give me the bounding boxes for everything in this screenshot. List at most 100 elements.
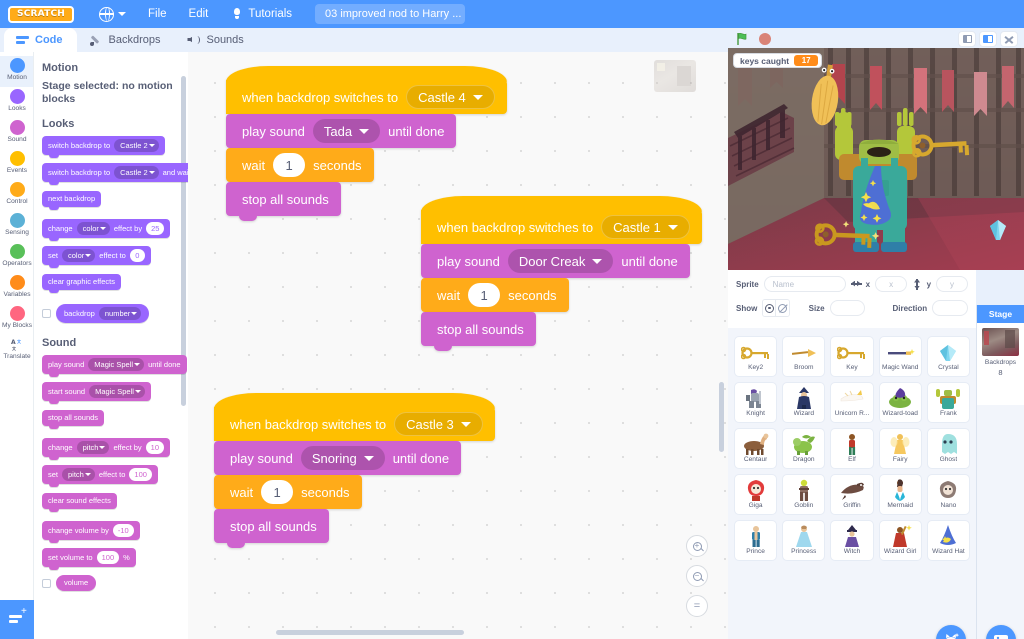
category-translate[interactable]: A文文 Translate xyxy=(0,335,33,366)
sprite-item-princess[interactable]: Princess xyxy=(782,520,826,561)
block-stop-all-sounds[interactable]: stop all sounds xyxy=(226,182,341,221)
sound-dropdown[interactable]: Door Creak xyxy=(507,249,614,273)
block-palette[interactable]: Motion Stage selected: no motion blocks … xyxy=(34,52,188,639)
effect-value-input[interactable]: 25 xyxy=(146,222,165,235)
sound-effect-dropdown[interactable]: pitch xyxy=(62,468,95,481)
stage-canvas[interactable]: keys caught 17 xyxy=(728,48,1024,270)
tab-code[interactable]: Code xyxy=(4,28,77,52)
menu-edit[interactable]: Edit xyxy=(178,0,220,28)
tab-sounds[interactable]: Sounds xyxy=(175,28,258,52)
sprite-item-wizard[interactable]: Wizard xyxy=(782,382,826,423)
menu-tutorials[interactable]: Tutorials xyxy=(219,0,303,28)
backdrop-dropdown[interactable]: Castle 1 xyxy=(601,215,690,239)
zoom-out-button[interactable]: − xyxy=(686,565,708,587)
code-workspace[interactable]: when backdrop switches to Castle 4 play … xyxy=(188,52,728,639)
sound-effect-dropdown[interactable]: pitch xyxy=(76,441,110,454)
small-stage-button[interactable] xyxy=(958,31,976,47)
category-variables[interactable]: Variables xyxy=(0,273,33,304)
palette-block-set-volume[interactable]: set volume to 100 % xyxy=(42,548,136,570)
category-motion[interactable]: Motion xyxy=(0,56,33,87)
script-castle-4[interactable]: when backdrop switches to Castle 4 play … xyxy=(226,67,507,221)
project-title-field[interactable]: 03 improved nod to Harry ... xyxy=(315,4,466,24)
large-stage-button[interactable] xyxy=(979,31,997,47)
sprite-item-prince[interactable]: Prince xyxy=(734,520,778,561)
sprite-item-wizard-toad[interactable]: Wizard-toad xyxy=(878,382,922,423)
add-backdrop-button[interactable] xyxy=(986,625,1016,639)
sprite-item-dragon[interactable]: Dragon xyxy=(782,428,826,469)
sprite-item-crystal[interactable]: Crystal xyxy=(926,336,970,377)
hat-when-backdrop-switches[interactable]: when backdrop switches to Castle 4 xyxy=(226,67,507,119)
size-input[interactable] xyxy=(829,300,866,316)
sprite-item-wizard-girl[interactable]: Wizard Girl xyxy=(878,520,922,561)
volume-monitor-checkbox[interactable] xyxy=(42,578,51,588)
block-wait-seconds[interactable]: wait 1 seconds xyxy=(226,148,374,187)
block-play-sound-until-done[interactable]: play sound Door Creak until done xyxy=(421,244,690,283)
sprite-item-ghost[interactable]: Ghost xyxy=(926,428,970,469)
palette-block-clear-graphic-effects[interactable]: clear graphic effects xyxy=(42,274,121,293)
backdrop-dropdown[interactable]: Castle 3 xyxy=(394,412,483,436)
category-events[interactable]: Events xyxy=(0,149,33,180)
palette-block-start-sound[interactable]: start sound Magic Spell xyxy=(42,382,151,404)
script-castle-3[interactable]: when backdrop switches to Castle 3 play … xyxy=(214,394,495,548)
sprite-item-knight[interactable]: Knight xyxy=(734,382,778,423)
sprite-item-elf[interactable]: Elf xyxy=(830,428,874,469)
palette-block-switch-backdrop[interactable]: switch backdrop to Castle 2 xyxy=(42,136,165,158)
category-my-blocks[interactable]: My Blocks xyxy=(0,304,33,335)
category-control[interactable]: Control xyxy=(0,180,33,211)
backdrop-dropdown[interactable]: Castle 4 xyxy=(406,85,495,109)
sprite-item-fairy[interactable]: Fairy xyxy=(878,428,922,469)
stop-icon[interactable] xyxy=(759,33,771,45)
category-sensing[interactable]: Sensing xyxy=(0,211,33,242)
sound-effect-value-input[interactable]: 10 xyxy=(145,441,165,454)
effect-value-input[interactable]: 0 xyxy=(129,249,145,262)
sound-dropdown[interactable]: Snoring xyxy=(300,446,385,470)
sprite-item-centaur[interactable]: Centaur xyxy=(734,428,778,469)
workspace-horizontal-scrollbar[interactable] xyxy=(276,630,464,635)
wait-duration-input[interactable]: 1 xyxy=(261,480,294,504)
hat-when-backdrop-switches[interactable]: when backdrop switches to Castle 3 xyxy=(214,394,495,446)
palette-block-clear-sound-effects[interactable]: clear sound effects xyxy=(42,493,117,512)
sprite-item-frank[interactable]: Frank xyxy=(926,382,970,423)
sprite-item-goblin[interactable]: Goblin xyxy=(782,474,826,515)
palette-block-change-volume[interactable]: change volume by -10 xyxy=(42,521,140,543)
sound-effect-value-input[interactable]: 100 xyxy=(129,468,152,481)
sound-dropdown[interactable]: Magic Spell xyxy=(89,385,145,398)
sprite-name-input[interactable]: Name xyxy=(763,276,847,292)
sprite-item-griffin[interactable]: Griffin xyxy=(830,474,874,515)
backdrop-monitor-checkbox[interactable] xyxy=(42,309,51,318)
wait-duration-input[interactable]: 1 xyxy=(273,153,306,177)
palette-reporter-volume[interactable]: volume xyxy=(56,575,97,591)
volume-delta-input[interactable]: -10 xyxy=(112,524,134,537)
variable-monitor-keys-caught[interactable]: keys caught 17 xyxy=(733,53,823,68)
palette-block-stop-all-sounds[interactable]: stop all sounds xyxy=(42,410,105,429)
block-wait-seconds[interactable]: wait 1 seconds xyxy=(214,475,362,514)
palette-block-play-sound-until-done[interactable]: play sound Magic Spell until done xyxy=(42,355,187,377)
block-play-sound-until-done[interactable]: play sound Snoring until done xyxy=(214,441,462,480)
palette-block-change-effect[interactable]: change color effect by 25 xyxy=(42,219,171,241)
add-extension-button[interactable]: + xyxy=(0,600,34,639)
stage-selector-body[interactable]: Backdrops 8 xyxy=(977,323,1024,405)
stage-selector[interactable]: Stage Backdrops 8 xyxy=(976,305,1024,639)
green-flag-icon[interactable] xyxy=(736,32,750,46)
sound-dropdown[interactable]: Magic Spell xyxy=(88,358,145,371)
show-visible-button[interactable] xyxy=(763,300,777,316)
zoom-in-button[interactable]: + xyxy=(686,535,708,557)
backdrop-dropdown[interactable]: Castle 2 xyxy=(114,139,159,152)
sound-dropdown[interactable]: Tada xyxy=(312,119,381,143)
effect-dropdown[interactable]: color xyxy=(62,249,96,262)
language-selector[interactable] xyxy=(88,0,137,28)
y-input[interactable]: y xyxy=(936,276,968,292)
sprite-item-broom[interactable]: Broom xyxy=(782,336,826,377)
x-input[interactable]: x xyxy=(875,276,908,292)
sprite-item-key[interactable]: Key xyxy=(830,336,874,377)
palette-block-change-sound-effect[interactable]: change pitch effect by 10 xyxy=(42,438,171,460)
zoom-reset-button[interactable]: = xyxy=(686,595,708,617)
palette-block-switch-backdrop-and-wait[interactable]: switch backdrop to Castle 2 and wait xyxy=(42,163,188,185)
palette-block-set-sound-effect[interactable]: set pitch effect to 100 xyxy=(42,465,158,487)
sprite-list[interactable]: Key2 Broom Key Magic Wand Crystal Knight xyxy=(728,328,976,639)
fullscreen-button[interactable] xyxy=(1000,31,1018,47)
sprite-item-nano[interactable]: Nano xyxy=(926,474,970,515)
hat-when-backdrop-switches[interactable]: when backdrop switches to Castle 1 xyxy=(421,197,702,249)
sprite-item-wizard-hat[interactable]: Wizard Hat xyxy=(926,520,970,561)
sprite-item-unicorn-running[interactable]: Unicorn R... xyxy=(830,382,874,423)
